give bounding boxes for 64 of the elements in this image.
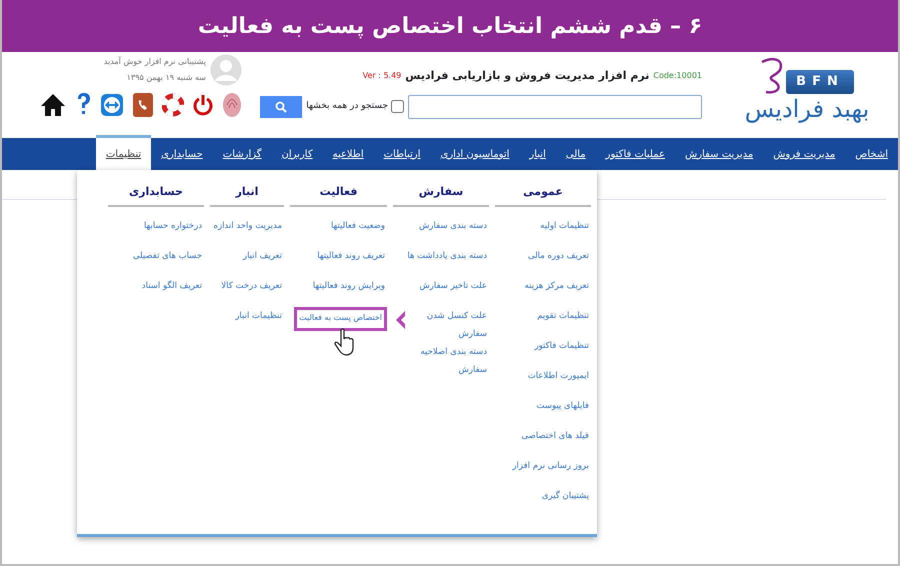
nav-tab[interactable]: اشخاص bbox=[845, 138, 898, 170]
chevron-icon bbox=[394, 310, 406, 330]
checkbox-label: جستجو در همه بخشها bbox=[306, 100, 388, 113]
lifebuoy-icon[interactable] bbox=[162, 93, 184, 117]
menu-link[interactable]: فایلهای پیوست bbox=[534, 396, 591, 426]
power-icon[interactable] bbox=[192, 93, 214, 117]
menu-link[interactable]: علت تاخیر سفارش bbox=[417, 276, 489, 306]
fingerprint-icon[interactable] bbox=[222, 92, 242, 118]
menu-link[interactable]: تعریف درخت کالا bbox=[219, 276, 284, 306]
home-icon[interactable] bbox=[40, 92, 66, 118]
menu-link[interactable]: بروز رسانی نرم افزار bbox=[510, 456, 591, 486]
phonebook-icon[interactable] bbox=[132, 92, 154, 118]
menu-link[interactable]: دسته بندی سفارش bbox=[417, 216, 489, 246]
search-button[interactable] bbox=[260, 96, 302, 118]
nav-tab[interactable]: کاربران bbox=[272, 138, 323, 170]
menu-link[interactable]: تعریف مرکز هزینه bbox=[522, 276, 591, 306]
menu-link[interactable]: دسته بندی اصلاحیه سفارش bbox=[404, 342, 489, 378]
menu-link[interactable]: حساب های تفصیلی bbox=[130, 246, 204, 276]
nav-tab[interactable]: مدیریت فروش bbox=[763, 138, 846, 170]
menu-link[interactable]: فیلد های اختصاصی bbox=[520, 426, 591, 456]
menu-link[interactable]: تنظیمات انبار bbox=[233, 306, 284, 336]
logo-text: بهبد فرادیس bbox=[744, 96, 870, 122]
menu-link[interactable]: پشتیبان گیری bbox=[540, 486, 591, 516]
code-label: Code:10001 bbox=[653, 70, 702, 82]
menu-link[interactable]: تعریف روند فعالیتها bbox=[315, 246, 387, 276]
hand-cursor-icon bbox=[334, 328, 356, 356]
nav-tab[interactable]: حسابداری bbox=[151, 138, 213, 170]
banner-title: ۶ – قدم ششم انتخاب اختصاص پست به فعالیت bbox=[198, 12, 702, 40]
menu-link[interactable]: تعریف دوره مالی bbox=[526, 246, 591, 276]
checkbox[interactable] bbox=[391, 100, 404, 113]
date-text: سه شنبه ۱۹ بهمن ۱۳۹۵ bbox=[126, 72, 206, 84]
nav-tab[interactable]: مالی bbox=[556, 138, 596, 170]
version-label: Ver : 5.49 bbox=[362, 70, 402, 82]
nav-tab[interactable]: عملیات فاکتور bbox=[596, 138, 675, 170]
menu-link[interactable]: تنظیمات اولیه bbox=[538, 216, 591, 246]
nav-tab[interactable]: اطلاعیه bbox=[322, 138, 374, 170]
menu-link[interactable]: تعریف الگو اسناد bbox=[140, 276, 204, 306]
product-title: نرم افزار مدیریت فروش و بازاریابی فرادیس bbox=[405, 68, 650, 84]
avatar-icon bbox=[210, 54, 242, 86]
menu-link[interactable]: ایمپورت اطلاعات bbox=[526, 366, 591, 396]
menu-column-title: حسابداری bbox=[108, 184, 204, 206]
menu-link[interactable]: تنظیمات فاکتور bbox=[532, 336, 591, 366]
menu-link[interactable]: ویرایش روند فعالیتها bbox=[310, 276, 387, 306]
nav-tab[interactable]: انبار bbox=[519, 138, 556, 170]
menu-link[interactable]: مدیریت واحد اندازه bbox=[212, 216, 284, 246]
search-field[interactable] bbox=[408, 94, 702, 118]
welcome-text: پشتیبانی نرم افزار خوش آمدید bbox=[104, 56, 206, 68]
menu-column-title: فعالیت bbox=[290, 184, 387, 206]
menu-link[interactable]: دسته بندی یادداشت ها bbox=[405, 246, 489, 276]
menu-link[interactable]: تنظیمات تقویم bbox=[535, 306, 591, 336]
menu-column-title: انبار bbox=[210, 184, 284, 206]
menu-link[interactable]: درختواره حسابها bbox=[142, 216, 204, 246]
nav-tab[interactable]: گزارشات bbox=[212, 138, 272, 170]
menu-link[interactable]: وضعیت فعالیتها bbox=[328, 216, 387, 246]
search-icon bbox=[275, 100, 288, 112]
nav-tab[interactable]: اتوماسیون اداری bbox=[430, 138, 520, 170]
menu-link[interactable]: علت کنسل شدن سفارش bbox=[404, 306, 489, 342]
menu-column-title: عمومی bbox=[495, 184, 591, 206]
menu-link[interactable]: تعریف انبار bbox=[240, 246, 284, 276]
nav-tab[interactable]: مدیریت سفارش bbox=[675, 138, 764, 170]
nav-tab[interactable]: ارتباطات bbox=[374, 138, 431, 170]
nav-tab[interactable]: تنظیمات bbox=[96, 135, 152, 170]
menu-column-title: سفارش bbox=[393, 184, 489, 206]
logo-badge: BFN bbox=[786, 70, 854, 94]
